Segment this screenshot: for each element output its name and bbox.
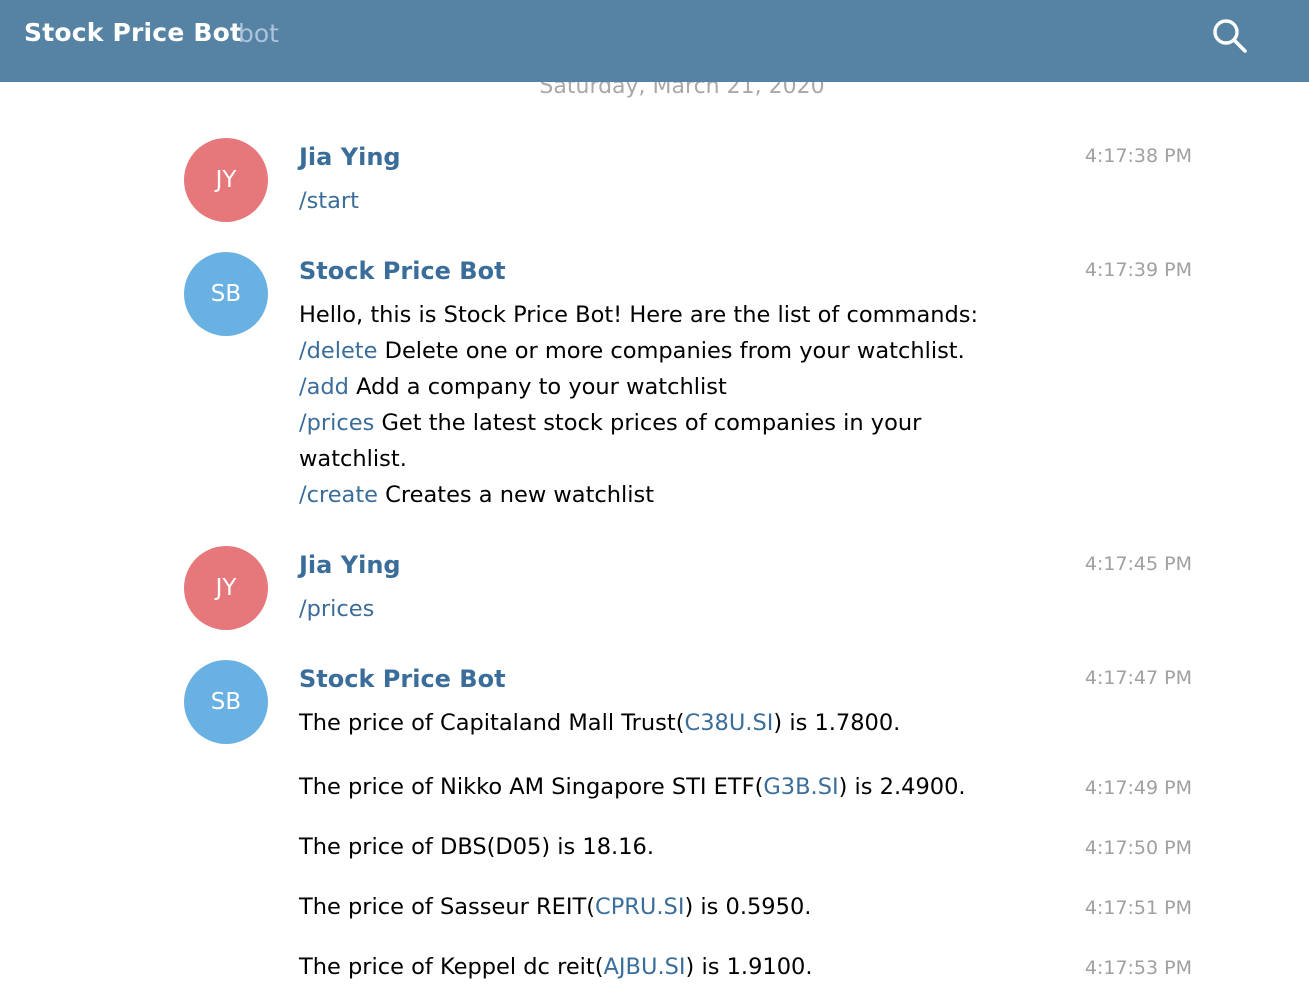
avatar[interactable]: SB	[184, 660, 268, 744]
message-author[interactable]: Stock Price Bot	[299, 257, 506, 285]
command-row: /delete Delete one or more companies fro…	[299, 333, 978, 369]
ticker-link[interactable]: C38U.SI	[685, 710, 774, 736]
price-text: ) is 1.7800.	[773, 710, 901, 736]
message-text: Hello, this is Stock Price Bot! Here are…	[299, 297, 978, 513]
message-author[interactable]: Jia Ying	[299, 143, 401, 171]
price-message: The price of DBS(D05) is 18.16.	[299, 829, 654, 865]
command-row: /create Creates a new watchlist	[299, 477, 978, 513]
message-time: 4:17:38 PM	[1084, 145, 1192, 167]
chat-subtitle: bot	[238, 19, 279, 48]
message-author[interactable]: Stock Price Bot	[299, 665, 506, 693]
price-message: The price of Sasseur REIT(CPRU.SI) is 0.…	[299, 889, 811, 925]
command-link[interactable]: /prices	[299, 410, 374, 436]
price-text: ) is 1.9100.	[685, 954, 813, 980]
price-text: ) is 0.5950.	[684, 894, 812, 920]
price-text: The price of Nikko AM Singapore STI ETF(	[299, 774, 764, 800]
chat-title[interactable]: Stock Price Bot	[24, 18, 242, 47]
command-link[interactable]: /create	[299, 482, 378, 508]
command-description: Delete one or more companies from your w…	[377, 338, 965, 364]
price-message: The price of Capitaland Mall Trust(C38U.…	[299, 705, 900, 741]
ticker-link[interactable]: AJBU.SI	[604, 954, 686, 980]
command-row: /prices Get the latest stock prices of c…	[299, 405, 978, 441]
message-author[interactable]: Jia Ying	[299, 551, 401, 579]
message-time: 4:17:53 PM	[1084, 957, 1192, 979]
bot-intro: Hello, this is Stock Price Bot! Here are…	[299, 302, 979, 328]
price-message: The price of Nikko AM Singapore STI ETF(…	[299, 769, 966, 805]
price-text: The price of DBS(D05) is 18.16.	[299, 834, 654, 860]
price-text: The price of Sasseur REIT(	[299, 894, 596, 920]
message-time: 4:17:45 PM	[1084, 553, 1192, 575]
command-description: Get the latest stock prices of companies…	[374, 410, 922, 436]
command-description: Creates a new watchlist	[378, 482, 655, 508]
message-text: /start	[299, 183, 359, 219]
message-time: 4:17:47 PM	[1084, 667, 1192, 689]
avatar[interactable]: JY	[184, 546, 268, 630]
ticker-link[interactable]: G3B.SI	[763, 774, 838, 800]
price-text: The price of Keppel dc reit(	[299, 954, 604, 980]
command-link[interactable]: /start	[299, 188, 359, 214]
command-link[interactable]: /delete	[299, 338, 377, 364]
message-text: /prices	[299, 591, 374, 627]
search-icon[interactable]	[1212, 18, 1248, 54]
message-time: 4:17:49 PM	[1084, 777, 1192, 799]
command-link[interactable]: /prices	[299, 596, 374, 622]
command-link[interactable]: /add	[299, 374, 349, 400]
message-time: 4:17:50 PM	[1084, 837, 1192, 859]
price-text: ) is 2.4900.	[838, 774, 966, 800]
message-time: 4:17:51 PM	[1084, 897, 1192, 919]
command-row: /add Add a company to your watchlist	[299, 369, 978, 405]
command-description: Add a company to your watchlist	[348, 374, 727, 400]
price-message: The price of Keppel dc reit(AJBU.SI) is …	[299, 949, 812, 985]
command-description-continued: watchlist.	[299, 446, 407, 472]
price-text: The price of Capitaland Mall Trust(	[299, 710, 685, 736]
avatar[interactable]: JY	[184, 138, 268, 222]
avatar[interactable]: SB	[184, 252, 268, 336]
chat-header: Stock Price Bot bot	[0, 0, 1309, 82]
ticker-link[interactable]: CPRU.SI	[595, 894, 684, 920]
message-time: 4:17:39 PM	[1084, 259, 1192, 281]
